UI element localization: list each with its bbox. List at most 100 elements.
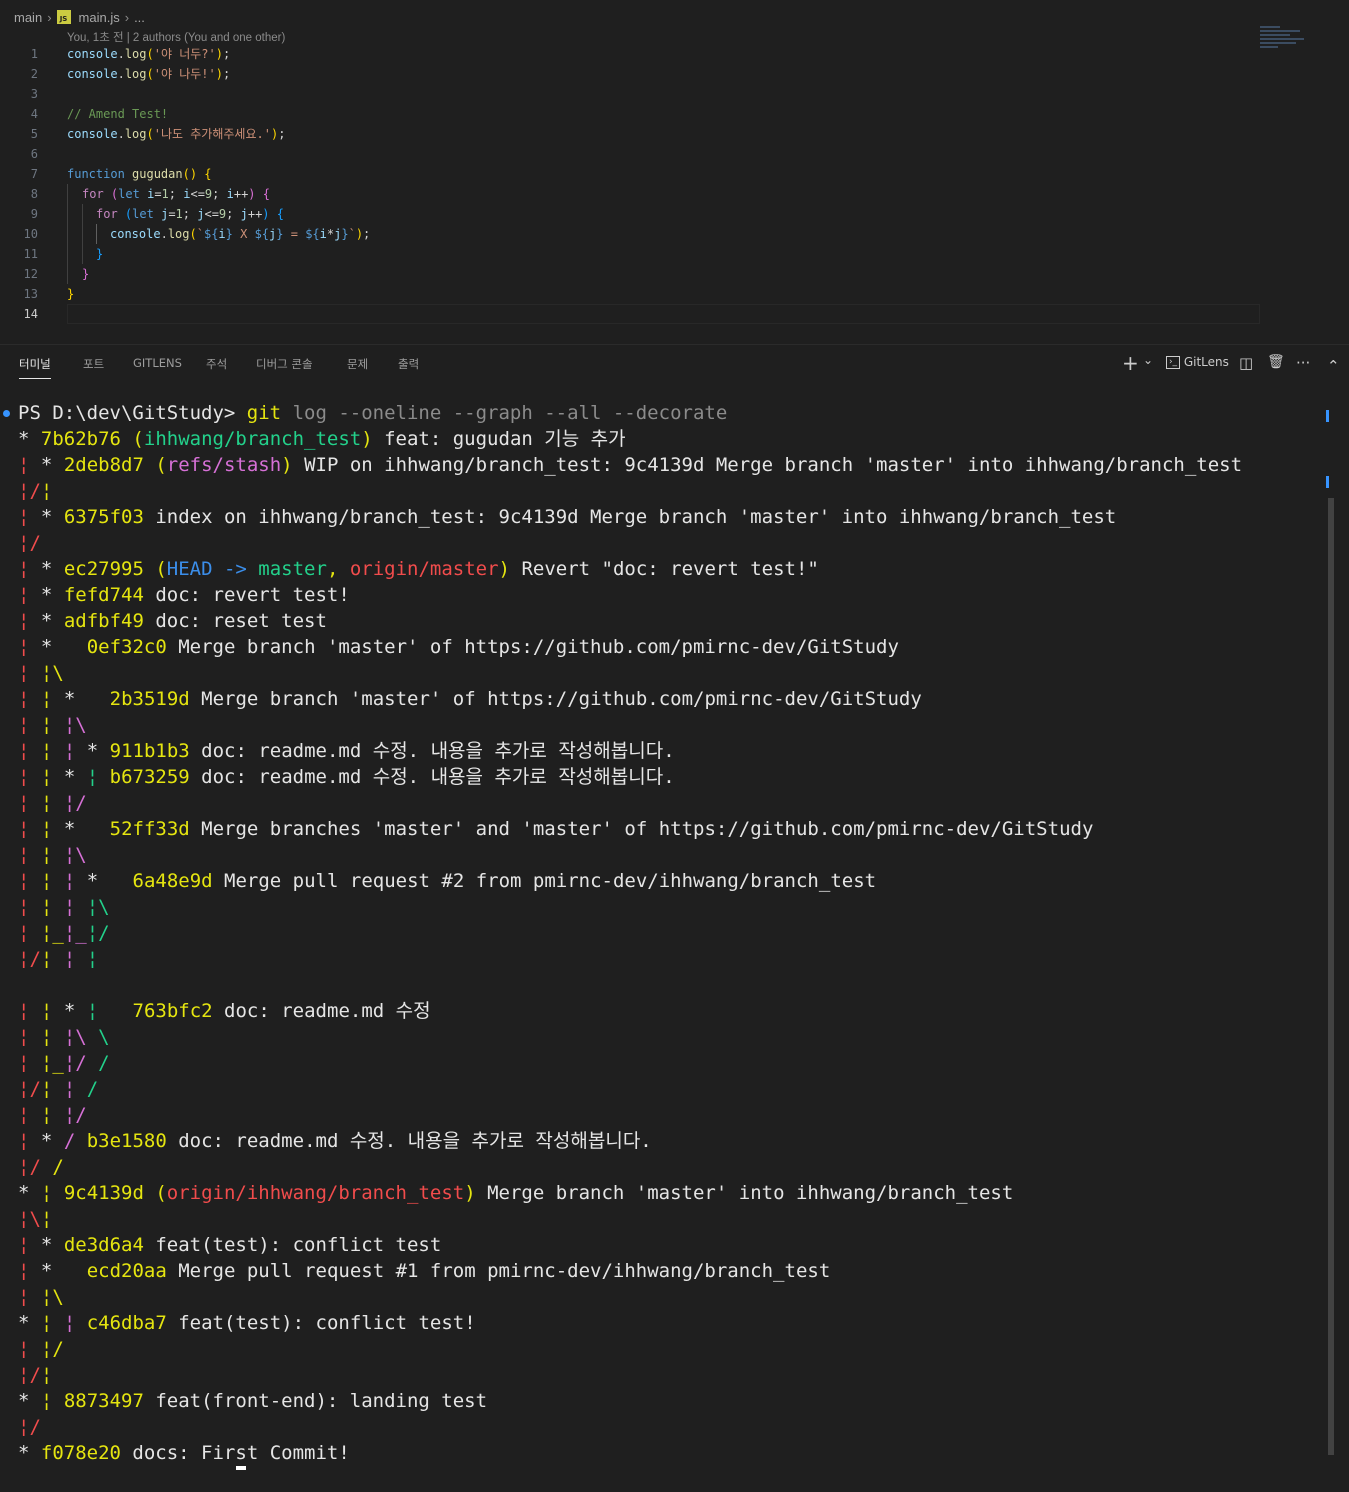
trash-icon[interactable]: 🗑 (1267, 354, 1285, 370)
git-log-line: ¦ ¦ * 52ff33d Merge branches 'master' an… (0, 816, 1320, 842)
git-graph: ¦ ¦ ¦ * (18, 870, 99, 892)
commit-message: doc: revert test! (143, 584, 350, 606)
git-graph: ¦ ¦ ¦\ (18, 844, 87, 866)
git-log-line: ¦ ¦ * 2b3519d Merge branch 'master' of h… (0, 686, 1320, 712)
ref-name: HEAD -> (166, 558, 259, 580)
tab-output[interactable]: 출력 (398, 356, 419, 372)
breadcrumb-folder[interactable]: main (14, 10, 42, 25)
chevron-up-icon[interactable]: ⌃ (1327, 357, 1340, 375)
command-decoration-icon[interactable] (3, 410, 10, 417)
git-graph: ¦ * (18, 558, 53, 580)
ref-paren: ) (464, 1182, 476, 1204)
ref-name: origin/ihhwang/branch_test (166, 1182, 465, 1204)
chevron-down-icon[interactable]: ⌄ (1143, 353, 1153, 367)
line-number: 13 (23, 287, 38, 301)
git-log-line: ¦/¦ ¦ ¦ (0, 946, 1320, 972)
ref-name: ihhwang/branch_test (143, 428, 362, 450)
commit-hash: 2deb8d7 (63, 454, 144, 476)
git-log-line: ¦ ¦ * ¦ 763bfc2 doc: readme.md 수정 (0, 998, 1320, 1024)
git-log-line: ¦ ¦ ¦\ \ (0, 1024, 1320, 1050)
tab-gitlens[interactable]: GITLENS (133, 356, 182, 370)
commit-hash: 52ff33d (109, 818, 190, 840)
code-line: 9 for (let j=1; j<=9; j++) { (0, 204, 1260, 224)
git-graph: ¦ * (18, 1260, 53, 1282)
commit-message: Merge pull request #2 from pmirnc-dev/ih… (212, 870, 877, 892)
tab-terminal[interactable]: 터미널 (19, 356, 51, 379)
git-graph: ¦ ¦\ (18, 662, 64, 684)
git-blame-codelens[interactable]: You, 1초 전 | 2 authors (You and one other… (67, 29, 285, 45)
code-line: 7 function gugudan() { (0, 164, 1260, 184)
breadcrumb: main › JS main.js › ... (14, 8, 145, 26)
git-graph: * ¦ (18, 1390, 53, 1412)
ref-name: origin/master (349, 558, 499, 580)
git-log-line: ¦ * / b3e1580 doc: readme.md 수정. 내용을 추가로… (0, 1128, 1320, 1154)
ref-paren: ) (361, 428, 373, 450)
git-log-line: ¦ ¦ ¦ * 911b1b3 doc: readme.md 수정. 내용을 추… (0, 738, 1320, 764)
line-number: 11 (23, 247, 38, 261)
git-log-line (0, 972, 1320, 998)
commit-message: docs: First Commit! (120, 1442, 350, 1464)
git-log-line: ¦ * de3d6a4 feat(test): conflict test (0, 1232, 1320, 1258)
git-graph: ¦ ¦_¦_¦/ (18, 922, 110, 944)
terminal-scrollbar[interactable] (1326, 410, 1334, 1455)
git-graph: ¦ ¦\ (18, 1286, 64, 1308)
line-number: 6 (30, 147, 38, 161)
git-log-line: * ¦ 8873497 feat(front-end): landing tes… (0, 1388, 1320, 1414)
git-log-line: * ¦ ¦ c46dba7 feat(test): conflict test! (0, 1310, 1320, 1336)
git-graph: ¦ * (18, 584, 53, 606)
git-log-line: ¦\¦ (0, 1206, 1320, 1232)
tab-debug-console[interactable]: 디버그 콘솔 (256, 356, 313, 372)
git-graph: ¦ ¦ * (18, 688, 76, 710)
ref-paren: ) (281, 454, 293, 476)
ref-paren: ( (143, 1182, 167, 1204)
line-number: 1 (30, 47, 38, 61)
split-terminal-icon[interactable]: ◫ (1239, 354, 1253, 372)
breadcrumb-file[interactable]: main.js (79, 10, 120, 25)
breadcrumb-symbol[interactable]: ... (134, 10, 145, 25)
git-graph: ¦ ¦ ¦\ (18, 714, 87, 736)
git-graph: ¦ ¦ * ¦ (18, 766, 99, 788)
tab-comments[interactable]: 주석 (206, 356, 227, 372)
git-log-line: ¦ ¦/ (0, 1336, 1320, 1362)
javascript-file-icon: JS (56, 10, 71, 24)
tab-ports[interactable]: 포트 (83, 356, 104, 372)
code-line: 4// Amend Test! (0, 104, 1260, 124)
commit-message: Merge branch 'master' into ihhwang/branc… (475, 1182, 1014, 1204)
commit-hash: de3d6a4 (63, 1234, 144, 1256)
editor[interactable]: main › JS main.js › ... You, 1초 전 | 2 au… (0, 0, 1349, 344)
tab-problems[interactable]: 문제 (347, 356, 368, 372)
git-log-line: ¦ ¦\ (0, 1284, 1320, 1310)
git-log-line: ¦ ¦_¦/ / (0, 1050, 1320, 1076)
code-line: 2 console.log('야 나두!'); (0, 64, 1260, 84)
commit-hash: 7b62b76 (40, 428, 121, 450)
git-log-line: * 7b62b76 (ihhwang/branch_test) feat: gu… (0, 426, 1320, 452)
chevron-right-icon: › (47, 9, 52, 25)
git-log-line: ¦/¦ ¦ / (0, 1076, 1320, 1102)
minimap[interactable] (1260, 26, 1306, 54)
commit-message: doc: readme.md 수정. 내용을 추가로 작성해봅니다. (189, 766, 675, 788)
code-line-current: 14 (0, 304, 1260, 324)
git-log-line: ¦ ¦\ (0, 660, 1320, 686)
commit-message: feat(front-end): landing test (143, 1390, 488, 1412)
git-graph: ¦ ¦ ¦/ (18, 792, 87, 814)
gitlens-terminal-button[interactable]: ›_ GitLens (1166, 355, 1229, 369)
ref-paren: ( (143, 454, 167, 476)
ref-paren: ( (143, 558, 167, 580)
new-terminal-button[interactable]: + (1122, 351, 1139, 375)
commit-message: Merge pull request #1 from pmirnc-dev/ih… (166, 1260, 831, 1282)
git-graph: ¦ ¦ * (18, 818, 76, 840)
git-log-line: ¦ * fefd744 doc: revert test! (0, 582, 1320, 608)
code-line: 12} (0, 264, 1260, 284)
git-graph: ¦/ (18, 1416, 41, 1438)
code-area[interactable]: 1 console.log('야 너두?'); 2 console.log('야 나… (0, 44, 1260, 324)
git-log-line: * ¦ 9c4139d (origin/ihhwang/branch_test)… (0, 1180, 1320, 1206)
code-line: 5 console.log('나도 추가해주세요.'); (0, 124, 1260, 144)
ref-name: master (258, 558, 327, 580)
commit-hash: fefd744 (63, 584, 144, 606)
more-actions-icon[interactable]: ··· (1296, 354, 1310, 372)
terminal-output[interactable]: PS D:\dev\GitStudy> git log --oneline --… (0, 400, 1320, 1470)
ref-name: refs/stash (166, 454, 282, 476)
code-line: 6 (0, 144, 1260, 164)
scrollbar-thumb[interactable] (1328, 498, 1334, 1455)
terminal-cursor-line (0, 1466, 1320, 1492)
